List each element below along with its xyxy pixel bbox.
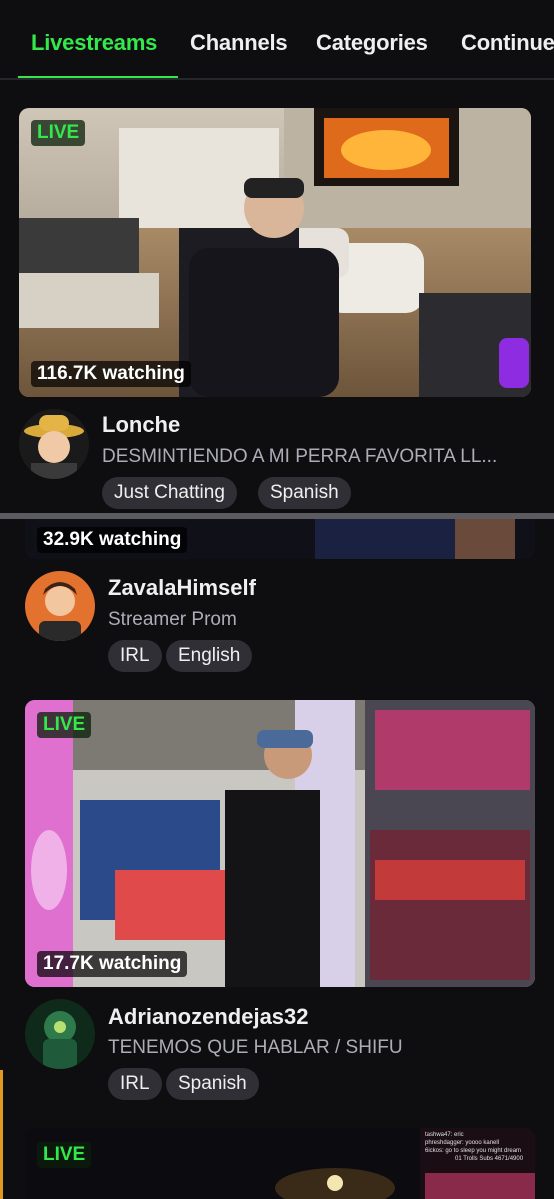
tag-just-chatting[interactable]: Just Chatting <box>102 477 237 509</box>
streamer-name[interactable]: ZavalaHimself <box>108 575 256 601</box>
thumbnail-image <box>25 700 535 987</box>
chat-line: tashwa47: eric <box>425 1132 464 1138</box>
edge-accent <box>0 1070 3 1199</box>
streamer-name[interactable]: Adrianozendejas32 <box>108 1004 309 1030</box>
stream-card-zavalahimself[interactable]: 32.9K watching ZavalaHimself Streamer Pr… <box>0 519 554 679</box>
chat-line: 01 Trolls Subs 4671/4900 <box>455 1156 524 1162</box>
stream-title: Streamer Prom <box>108 609 237 630</box>
tab-continue[interactable]: Continue <box>461 30 554 56</box>
stream-thumbnail[interactable]: 32.9K watching <box>25 519 535 559</box>
tag-spanish[interactable]: Spanish <box>258 477 351 509</box>
top-tab-bar: Livestreams Channels Categories Continue <box>0 0 554 80</box>
avatar[interactable] <box>19 409 89 479</box>
thumbnail-image <box>19 108 531 397</box>
avatar-image <box>25 999 95 1069</box>
avatar-image <box>19 409 89 479</box>
stream-title: DESMINTIENDO A MI PERRA FAVORITA LL... <box>102 446 498 467</box>
avatar[interactable] <box>25 571 95 641</box>
stream-card-4[interactable]: LIVE tashwa47: eric phreshdagger: yoooo … <box>0 1128 554 1199</box>
tag-irl[interactable]: IRL <box>108 640 162 672</box>
chat-line: phreshdagger: yoooo kanell <box>425 1140 500 1146</box>
chat-overlay: tashwa47: eric phreshdagger: yoooo kanel… <box>425 1131 533 1163</box>
tab-categories[interactable]: Categories <box>316 30 428 56</box>
stream-card-lonche[interactable]: LIVE 116.7K watching Lonche DESMINTIENDO… <box>0 108 554 509</box>
live-badge: LIVE <box>37 712 92 738</box>
streamer-name[interactable]: Lonche <box>102 412 180 438</box>
live-badge: LIVE <box>31 120 86 146</box>
stream-thumbnail[interactable]: LIVE tashwa47: eric phreshdagger: yoooo … <box>25 1128 535 1199</box>
tab-channels[interactable]: Channels <box>190 30 288 56</box>
active-tab-indicator <box>18 76 178 78</box>
avatar[interactable] <box>25 999 95 1069</box>
stream-thumbnail[interactable]: LIVE 17.7K watching <box>25 700 535 987</box>
stream-card-adrianozendejas32[interactable]: LIVE 17.7K watching Adrianozendejas32 TE… <box>0 700 554 1100</box>
live-badge: LIVE <box>37 1142 92 1168</box>
viewer-count: 32.9K watching <box>37 527 188 553</box>
tab-livestreams[interactable]: Livestreams <box>31 30 157 56</box>
tag-irl[interactable]: IRL <box>108 1068 162 1100</box>
avatar-image <box>25 571 95 641</box>
viewer-count: 116.7K watching <box>31 361 191 387</box>
tag-english[interactable]: English <box>166 640 253 672</box>
stream-title: TENEMOS QUE HABLAR / SHIFU <box>108 1037 403 1058</box>
stream-thumbnail[interactable]: LIVE 116.7K watching <box>19 108 531 397</box>
chat-line: 6ickos: go to sleep you might dream <box>425 1148 522 1154</box>
viewer-count: 17.7K watching <box>37 951 188 977</box>
tag-spanish[interactable]: Spanish <box>166 1068 259 1100</box>
